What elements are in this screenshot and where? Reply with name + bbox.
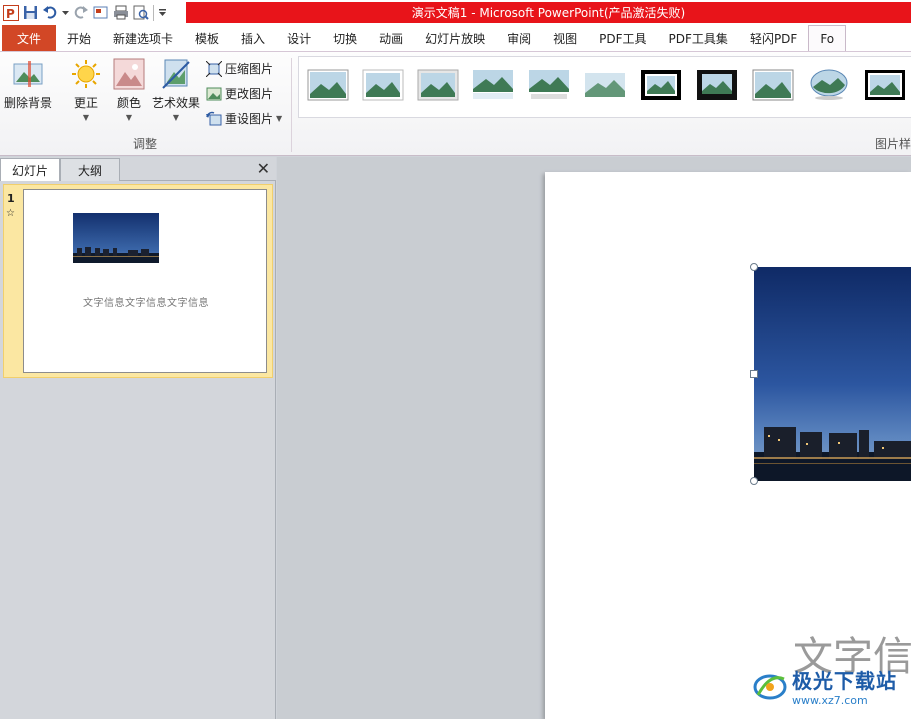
tab-review[interactable]: 审阅 xyxy=(496,25,542,51)
picture-styles-group-label: 图片样 xyxy=(875,137,911,151)
group-separator xyxy=(291,58,292,152)
tab-templates[interactable]: 模板 xyxy=(184,25,230,51)
change-picture-icon xyxy=(206,87,222,100)
tab-insert[interactable]: 插入 xyxy=(230,25,276,51)
color-button[interactable]: 颜色 ▼ xyxy=(113,58,145,122)
watermark-url: www.xz7.com xyxy=(792,694,868,707)
slide-number: 1 xyxy=(7,192,15,205)
reset-picture-button[interactable]: 重设图片 ▼ xyxy=(206,110,282,127)
corrections-button[interactable]: 更正 ▼ xyxy=(70,58,102,122)
change-picture-label: 更改图片 xyxy=(225,87,274,101)
corrections-dropdown-icon: ▼ xyxy=(82,113,90,122)
picture-style-7[interactable] xyxy=(640,69,682,101)
reset-dropdown-icon: ▼ xyxy=(276,114,283,123)
slide-canvas[interactable]: 文字信 xyxy=(545,172,911,719)
save-icon[interactable] xyxy=(22,4,39,21)
reset-picture-label: 重设图片 xyxy=(225,112,274,126)
picture-style-6[interactable] xyxy=(584,69,626,101)
new-slide-icon[interactable] xyxy=(92,4,109,21)
slides-panel: 幻灯片 大纲 ✕ 1 ☆ 文字信息文字信息文字信息 xyxy=(0,157,276,719)
remove-background-label: 删除背景 xyxy=(4,96,53,110)
picture-style-11[interactable] xyxy=(864,69,906,101)
corrections-label: 更正 xyxy=(73,96,98,110)
print-icon[interactable] xyxy=(112,4,129,21)
tab-file[interactable]: 文件 xyxy=(2,25,56,51)
panel-tabs: 幻灯片 大纲 ✕ xyxy=(0,157,276,181)
tab-transitions[interactable]: 切换 xyxy=(322,25,368,51)
tab-new-tab[interactable]: 新建选项卡 xyxy=(102,25,184,51)
compress-pictures-label: 压缩图片 xyxy=(225,62,274,76)
quick-access-toolbar: P xyxy=(0,0,167,25)
tab-format[interactable]: Fo xyxy=(808,25,847,51)
svg-text:P: P xyxy=(6,7,15,21)
tab-pdf-tools[interactable]: PDF工具 xyxy=(588,25,657,51)
remove-background-button[interactable]: 删除背景 xyxy=(4,58,52,111)
close-icon[interactable]: ✕ xyxy=(257,159,270,178)
watermark: 极光下载站 www.xz7.com xyxy=(752,665,897,707)
artistic-effects-button[interactable]: 艺术效果 ▼ xyxy=(152,58,200,122)
color-label: 颜色 xyxy=(116,96,141,110)
window-title: 演示文稿1 - Microsoft PowerPoint(产品激活失败) xyxy=(186,2,911,23)
resize-handle-bottom-left[interactable] xyxy=(750,477,758,485)
picture-style-8[interactable] xyxy=(696,69,738,101)
picture-style-9[interactable] xyxy=(752,69,794,101)
redo-icon[interactable] xyxy=(72,4,89,21)
watermark-name: 极光下载站 xyxy=(792,669,897,693)
tab-home[interactable]: 开始 xyxy=(56,25,102,51)
artistic-effects-label: 艺术效果 xyxy=(152,96,201,110)
thumbnail-text: 文字信息文字信息文字信息 xyxy=(83,298,209,309)
undo-dropdown-icon[interactable] xyxy=(62,4,69,21)
compress-icon xyxy=(206,60,222,77)
tab-outline[interactable]: 大纲 xyxy=(60,158,120,181)
change-picture-button[interactable]: 更改图片 xyxy=(206,85,273,102)
tab-lightpdf[interactable]: 轻闪PDF xyxy=(739,25,808,51)
tab-animations[interactable]: 动画 xyxy=(368,25,414,51)
color-dropdown-icon: ▼ xyxy=(125,113,133,122)
sun-icon xyxy=(72,60,100,88)
print-preview-icon[interactable] xyxy=(132,4,149,21)
resize-handle-top-left[interactable] xyxy=(750,263,758,271)
tab-slideshow[interactable]: 幻灯片放映 xyxy=(414,25,496,51)
picture-style-2[interactable] xyxy=(362,69,404,101)
slide-editing-area: 文字信 xyxy=(277,157,911,719)
ribbon-panel: 删除背景 更正 ▼ 颜色 ▼ 艺术效果 ▼ 压缩图片 更改图片 重设图片 ▼ 调… xyxy=(0,52,911,156)
color-icon xyxy=(113,58,145,90)
picture-styles-gallery xyxy=(298,56,911,118)
resize-handle-left[interactable] xyxy=(750,370,758,378)
adjust-group-label: 调整 xyxy=(133,137,158,151)
customize-toolbar-icon[interactable] xyxy=(158,4,167,21)
star-icon: ☆ xyxy=(6,208,15,219)
tab-slides[interactable]: 幻灯片 xyxy=(0,158,60,181)
picture-style-4[interactable] xyxy=(472,69,514,101)
remove-background-icon xyxy=(13,61,43,87)
tab-pdf-toolset[interactable]: PDF工具集 xyxy=(658,25,739,51)
artistic-effects-icon xyxy=(162,59,190,89)
undo-icon[interactable] xyxy=(42,4,59,21)
artistic-effects-dropdown-icon: ▼ xyxy=(172,113,180,122)
slide-picture[interactable] xyxy=(754,267,911,481)
picture-style-10[interactable] xyxy=(808,69,850,101)
ribbon-tabs: 文件 开始 新建选项卡 模板 插入 设计 切换 动画 幻灯片放映 审阅 视图 P… xyxy=(0,25,911,52)
watermark-logo-icon xyxy=(753,674,787,700)
tab-view[interactable]: 视图 xyxy=(542,25,588,51)
slide-thumbnail[interactable]: 文字信息文字信息文字信息 xyxy=(23,189,267,373)
picture-style-3[interactable] xyxy=(417,69,459,101)
reset-picture-icon xyxy=(206,111,222,125)
toolbar-separator xyxy=(153,4,154,21)
tab-design[interactable]: 设计 xyxy=(276,25,322,51)
title-bar: P 演示文稿1 - Microsoft PowerPoint(产品激活失败) xyxy=(0,0,911,25)
picture-style-1[interactable] xyxy=(307,69,349,101)
powerpoint-logo-icon: P xyxy=(2,4,19,21)
compress-pictures-button[interactable]: 压缩图片 xyxy=(206,60,273,77)
picture-style-5[interactable] xyxy=(528,69,570,101)
thumbnail-picture xyxy=(73,213,159,263)
